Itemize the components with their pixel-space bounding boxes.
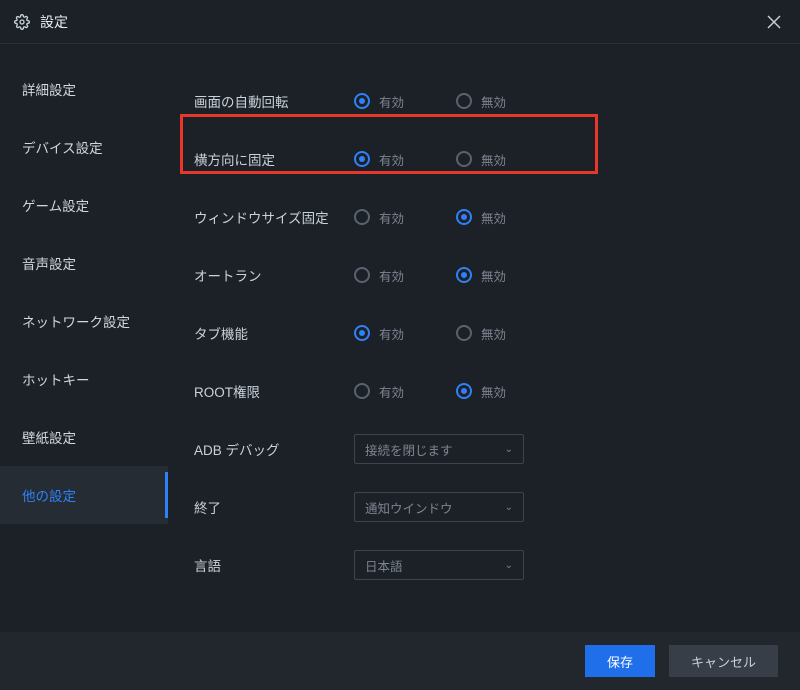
radio-root-disabled[interactable]: 無効 xyxy=(456,382,506,401)
row-root-permission: ROOT権限 有効 無効 xyxy=(194,362,774,420)
radio-label: 有効 xyxy=(379,324,404,343)
sidebar-item-game[interactable]: ゲーム設定 xyxy=(0,176,168,234)
radio-label: 無効 xyxy=(481,266,506,285)
select-value: 日本語 xyxy=(365,556,403,575)
row-autorun: オートラン 有効 無効 xyxy=(194,246,774,304)
row-label: ウィンドウサイズ固定 xyxy=(194,207,354,227)
sidebar-item-label: 他の設定 xyxy=(22,485,76,505)
radio-lock-landscape-enabled[interactable]: 有効 xyxy=(354,150,404,169)
radio-dot-icon xyxy=(354,325,370,341)
settings-content: 画面の自動回転 有効 無効 横方向に固定 有効 無効 ウィンドウサイズ固定 有効… xyxy=(168,44,800,632)
select-adb-debug[interactable]: 接続を閉じます ⌄ xyxy=(354,434,524,464)
radio-autorun-enabled[interactable]: 有効 xyxy=(354,266,404,285)
row-label: タブ機能 xyxy=(194,323,354,343)
titlebar: 設定 xyxy=(0,0,800,44)
radio-label: 有効 xyxy=(379,208,404,227)
save-button[interactable]: 保存 xyxy=(585,645,655,677)
row-label: オートラン xyxy=(194,265,354,285)
radio-dot-icon xyxy=(354,151,370,167)
radio-label: 無効 xyxy=(481,324,506,343)
radio-dot-icon xyxy=(354,267,370,283)
sidebar-item-label: デバイス設定 xyxy=(22,137,103,157)
sidebar-item-label: 音声設定 xyxy=(22,253,76,273)
close-icon[interactable] xyxy=(762,10,786,34)
window-title: 設定 xyxy=(40,12,762,32)
radio-auto-rotate-enabled[interactable]: 有効 xyxy=(354,92,404,111)
chevron-down-icon: ⌄ xyxy=(505,502,513,513)
radio-label: 有効 xyxy=(379,382,404,401)
radio-dot-icon xyxy=(354,209,370,225)
select-exit[interactable]: 通知ウインドウ ⌄ xyxy=(354,492,524,522)
radio-dot-icon xyxy=(456,151,472,167)
radio-tab-enabled[interactable]: 有効 xyxy=(354,324,404,343)
chevron-down-icon: ⌄ xyxy=(505,444,513,455)
sidebar-item-label: ネットワーク設定 xyxy=(22,311,130,331)
select-value: 接続を閉じます xyxy=(365,440,453,459)
row-label: 言語 xyxy=(194,555,354,575)
radio-dot-icon xyxy=(456,383,472,399)
radio-dot-icon xyxy=(456,267,472,283)
sidebar-item-advanced[interactable]: 詳細設定 xyxy=(0,60,168,118)
footer: 保存 キャンセル xyxy=(0,632,800,690)
radio-dot-icon xyxy=(354,93,370,109)
radio-label: 有効 xyxy=(379,266,404,285)
sidebar-item-network[interactable]: ネットワーク設定 xyxy=(0,292,168,350)
sidebar-item-device[interactable]: デバイス設定 xyxy=(0,118,168,176)
sidebar-item-other[interactable]: 他の設定 xyxy=(0,466,168,524)
radio-label: 無効 xyxy=(481,150,506,169)
radio-label: 有効 xyxy=(379,150,404,169)
row-label: 横方向に固定 xyxy=(194,149,354,169)
sidebar-item-label: ホットキー xyxy=(22,369,90,389)
radio-fixed-window-disabled[interactable]: 無効 xyxy=(456,208,506,227)
sidebar: 詳細設定 デバイス設定 ゲーム設定 音声設定 ネットワーク設定 ホットキー 壁紙… xyxy=(0,44,168,632)
radio-root-enabled[interactable]: 有効 xyxy=(354,382,404,401)
row-adb-debug: ADB デバッグ 接続を閉じます ⌄ xyxy=(194,420,774,478)
radio-label: 無効 xyxy=(481,208,506,227)
cancel-button[interactable]: キャンセル xyxy=(669,645,778,677)
radio-label: 無効 xyxy=(481,92,506,111)
row-label: 終了 xyxy=(194,497,354,517)
radio-tab-disabled[interactable]: 無効 xyxy=(456,324,506,343)
gear-icon xyxy=(14,14,30,30)
sidebar-item-wallpaper[interactable]: 壁紙設定 xyxy=(0,408,168,466)
sidebar-item-label: 詳細設定 xyxy=(22,79,76,99)
radio-auto-rotate-disabled[interactable]: 無効 xyxy=(456,92,506,111)
radio-autorun-disabled[interactable]: 無効 xyxy=(456,266,506,285)
radio-dot-icon xyxy=(456,93,472,109)
row-language: 言語 日本語 ⌄ xyxy=(194,536,774,594)
radio-label: 有効 xyxy=(379,92,404,111)
row-tab-feature: タブ機能 有効 無効 xyxy=(194,304,774,362)
radio-dot-icon xyxy=(456,325,472,341)
row-label: ADB デバッグ xyxy=(194,439,354,459)
row-fixed-window: ウィンドウサイズ固定 有効 無効 xyxy=(194,188,774,246)
select-language[interactable]: 日本語 ⌄ xyxy=(354,550,524,580)
row-auto-rotate: 画面の自動回転 有効 無効 xyxy=(194,72,774,130)
row-exit: 終了 通知ウインドウ ⌄ xyxy=(194,478,774,536)
radio-dot-icon xyxy=(354,383,370,399)
row-lock-landscape: 横方向に固定 有効 無効 xyxy=(194,130,774,188)
sidebar-item-audio[interactable]: 音声設定 xyxy=(0,234,168,292)
radio-dot-icon xyxy=(456,209,472,225)
radio-label: 無効 xyxy=(481,382,506,401)
sidebar-item-hotkey[interactable]: ホットキー xyxy=(0,350,168,408)
row-label: 画面の自動回転 xyxy=(194,91,354,111)
sidebar-item-label: ゲーム設定 xyxy=(22,195,89,215)
row-label: ROOT権限 xyxy=(194,381,354,401)
radio-lock-landscape-disabled[interactable]: 無効 xyxy=(456,150,506,169)
radio-fixed-window-enabled[interactable]: 有効 xyxy=(354,208,404,227)
chevron-down-icon: ⌄ xyxy=(505,560,513,571)
sidebar-item-label: 壁紙設定 xyxy=(22,427,76,447)
select-value: 通知ウインドウ xyxy=(365,498,453,517)
